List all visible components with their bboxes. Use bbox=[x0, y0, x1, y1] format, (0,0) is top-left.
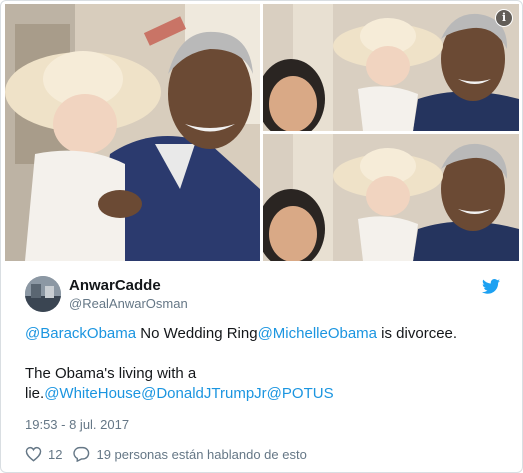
speech-bubble-icon bbox=[73, 446, 90, 462]
mention-link[interactable]: @WhiteHouse bbox=[44, 385, 141, 402]
tweet-actions: 12 19 personas están hablando de esto bbox=[25, 445, 307, 463]
tweet-text-line-3: lie.@WhiteHouse@DonaldJTrumpJr@POTUS bbox=[25, 384, 502, 404]
tweet-text-fragment: No Wedding Ring bbox=[136, 325, 258, 342]
tweet-header: AnwarCadde @RealAnwarOsman bbox=[25, 273, 502, 319]
tweet-text-fragment: lie. bbox=[25, 385, 45, 402]
avatar[interactable] bbox=[25, 276, 61, 312]
discussion-text: 19 personas están hablando de esto bbox=[96, 446, 307, 462]
display-name[interactable]: AnwarCadde bbox=[69, 277, 161, 294]
like-button[interactable]: 12 bbox=[25, 446, 73, 462]
user-handle[interactable]: @RealAnwarOsman bbox=[69, 296, 188, 311]
like-count: 12 bbox=[48, 446, 63, 462]
mention-link[interactable]: @DonaldJTrumpJr bbox=[141, 385, 267, 402]
photo-1[interactable]: i bbox=[5, 4, 260, 261]
tweet-text-line-2: The Obama's living with a bbox=[25, 365, 197, 382]
tweet-timestamp[interactable]: 19:53 - 8 jul. 2017 bbox=[25, 417, 129, 432]
tweet-text: @BarackObama No Wedding Ring@MichelleOba… bbox=[25, 324, 502, 404]
mention-link[interactable]: @BarackObama bbox=[25, 325, 136, 342]
photo-grid: i i bbox=[5, 4, 519, 261]
info-icon-glyph: i bbox=[501, 11, 507, 24]
photo-3[interactable] bbox=[263, 134, 519, 261]
mention-link[interactable]: @MichelleObama bbox=[258, 325, 377, 342]
info-icon[interactable]: i bbox=[495, 9, 513, 27]
mention-link[interactable]: @POTUS bbox=[267, 385, 334, 402]
twitter-bird-icon[interactable] bbox=[482, 279, 500, 294]
embedded-tweet-card: i i bbox=[0, 0, 523, 473]
heart-icon bbox=[25, 446, 42, 462]
tweet-text-fragment: is divorcee. bbox=[377, 325, 458, 342]
photo-2[interactable]: i bbox=[263, 4, 519, 131]
tweet-text-line-1: @BarackObama No Wedding Ring@MichelleOba… bbox=[25, 324, 502, 344]
discussion-link[interactable]: 19 personas están hablando de esto bbox=[73, 446, 307, 462]
